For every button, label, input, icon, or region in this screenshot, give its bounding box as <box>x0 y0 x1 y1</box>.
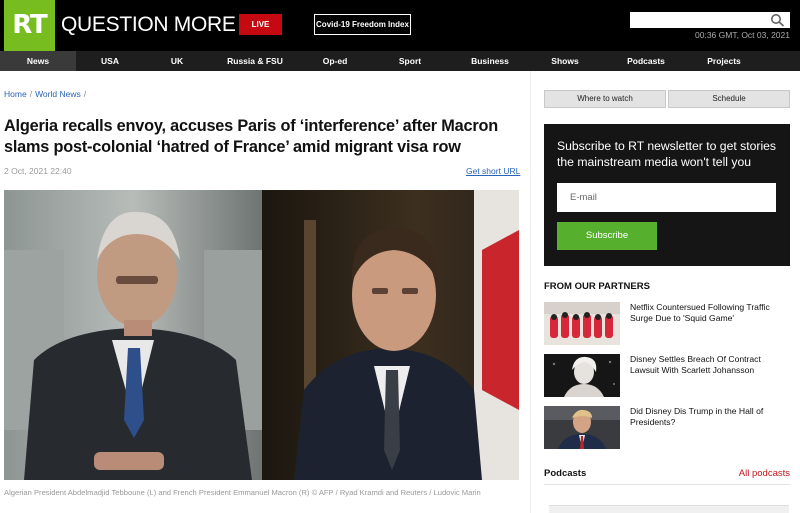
search-input[interactable] <box>630 12 790 28</box>
article-date: 2 Oct, 2021 22:40 <box>4 166 72 176</box>
column-divider <box>530 71 531 513</box>
nav-item-podcasts[interactable]: Podcasts <box>600 51 692 71</box>
nav-item-sport[interactable]: Sport <box>370 51 450 71</box>
live-button[interactable]: LIVE <box>239 14 282 35</box>
image-caption: Algerian President Abdelmadjid Tebboune … <box>4 488 481 497</box>
partner-title[interactable]: Disney Settles Breach Of Contract Lawsui… <box>630 354 790 376</box>
article-headline: Algeria recalls envoy, accuses Paris of … <box>4 117 498 156</box>
where-to-watch-button[interactable]: Where to watch <box>544 90 666 108</box>
partner-thumbnail <box>544 354 620 397</box>
partner-item[interactable]: Netflix Countersued Following Traffic Su… <box>544 302 790 346</box>
nav-item-russia-fsu[interactable]: Russia & FSU <box>210 51 300 71</box>
covid-index-button[interactable]: Covid-19 Freedom Index <box>314 14 411 35</box>
breadcrumb-separator: / <box>29 89 33 99</box>
newsletter-text: Subscribe to RT newsletter to get storie… <box>557 139 777 169</box>
nav-item-op-ed[interactable]: Op-ed <box>300 51 370 71</box>
newsletter-box: Subscribe to RT newsletter to get storie… <box>544 124 790 266</box>
breadcrumb: Home / World News / <box>4 89 89 99</box>
nav-item-uk[interactable]: UK <box>144 51 210 71</box>
main-nav: News USA UK Russia & FSU Op-ed Sport Bus… <box>0 51 800 71</box>
section-divider <box>544 484 790 485</box>
all-podcasts-link[interactable]: All podcasts <box>700 468 790 479</box>
podcast-card[interactable] <box>549 505 789 513</box>
squid-game-thumbnail-icon <box>544 302 620 345</box>
partner-title[interactable]: Did Disney Dis Trump in the Hall of Pres… <box>630 406 790 428</box>
site-tagline: QUESTION MORE <box>61 13 236 36</box>
partner-thumbnail <box>544 406 620 449</box>
hero-photo <box>4 190 519 480</box>
nav-item-business[interactable]: Business <box>450 51 530 71</box>
partner-item[interactable]: Did Disney Dis Trump in the Hall of Pres… <box>544 406 790 450</box>
top-header: RT QUESTION MORE LIVE Covid-19 Freedom I… <box>0 0 800 51</box>
current-datetime: 00:36 GMT, Oct 03, 2021 <box>695 30 790 40</box>
breadcrumb-world-news-link[interactable]: World News <box>35 89 81 99</box>
podcasts-heading: Podcasts <box>544 468 587 479</box>
nav-item-usa[interactable]: USA <box>76 51 144 71</box>
schedule-button[interactable]: Schedule <box>668 90 790 108</box>
breadcrumb-separator: / <box>83 89 87 99</box>
breadcrumb-home-link[interactable]: Home <box>4 89 27 99</box>
subscribe-button[interactable]: Subscribe <box>557 222 657 250</box>
get-short-url-link[interactable]: Get short URL <box>466 166 520 176</box>
nav-item-shows[interactable]: Shows <box>530 51 600 71</box>
nav-item-projects[interactable]: Projects <box>692 51 756 71</box>
trump-thumbnail-icon <box>544 406 620 449</box>
scarlett-johansson-thumbnail-icon <box>544 354 620 397</box>
rt-logo[interactable]: RT <box>4 0 55 51</box>
email-field[interactable] <box>557 183 776 212</box>
nav-item-news[interactable]: News <box>0 51 76 71</box>
article-hero-image <box>4 190 519 480</box>
partners-heading: FROM OUR PARTNERS <box>544 281 650 292</box>
partner-item[interactable]: Disney Settles Breach Of Contract Lawsui… <box>544 354 790 398</box>
partner-title[interactable]: Netflix Countersued Following Traffic Su… <box>630 302 790 324</box>
partner-thumbnail <box>544 302 620 345</box>
search-icon[interactable] <box>770 13 786 27</box>
